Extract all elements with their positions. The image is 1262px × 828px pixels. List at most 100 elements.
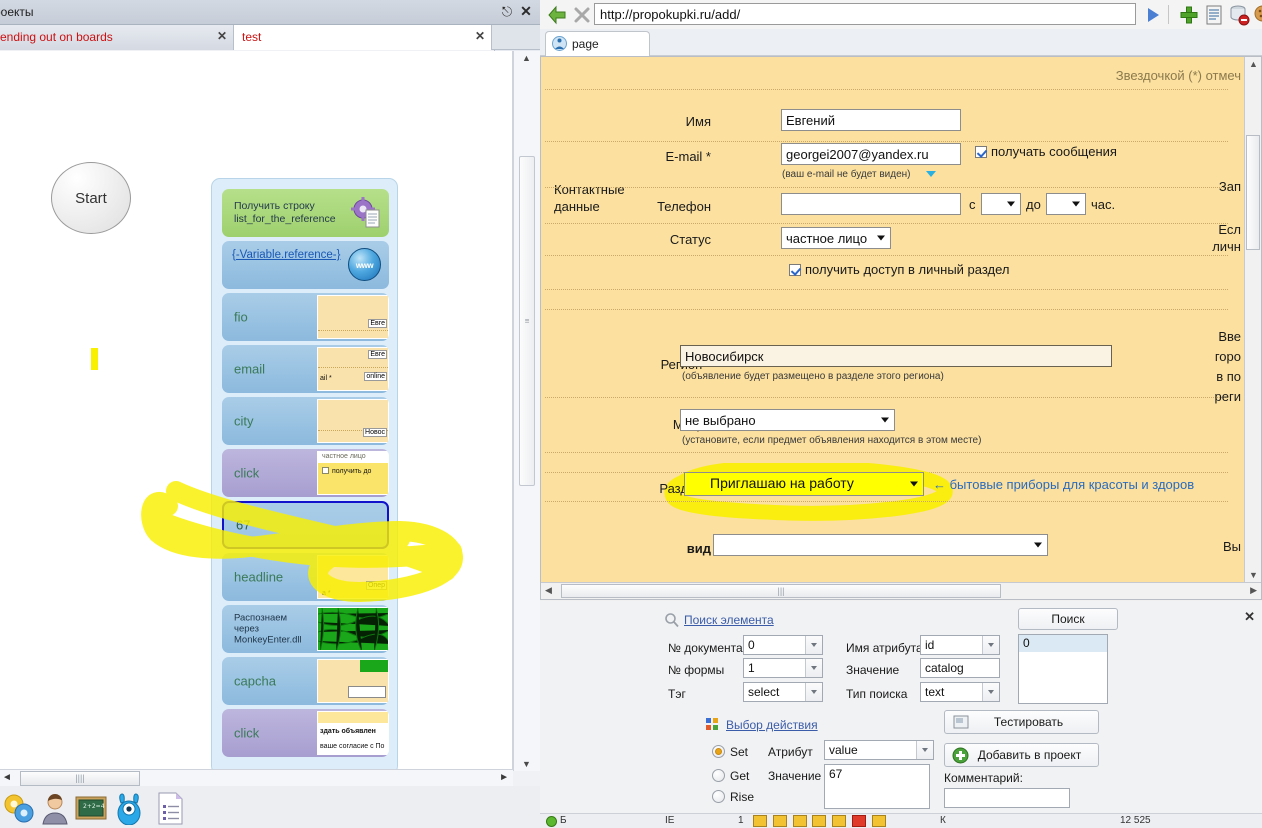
region-input[interactable]: Новосибирск	[680, 345, 1112, 367]
chevron-down-icon[interactable]	[926, 171, 936, 177]
email-hint: (ваш e-mail не будет виден)	[782, 169, 911, 180]
flow-block-city[interactable]: city Новос	[222, 397, 389, 445]
radio-rise[interactable]	[712, 790, 725, 803]
tag-combo[interactable]: select	[743, 682, 823, 702]
list-document-icon[interactable]	[153, 791, 187, 825]
phone-from-select[interactable]	[981, 193, 1021, 215]
canvas-horizontal-scrollbar[interactable]: ◄ |||| ►	[0, 769, 513, 786]
monster-icon[interactable]	[112, 791, 146, 825]
project-tab-sending-out-on-boards[interactable]: sending out on boards ✕	[0, 25, 234, 50]
personal-access-checkbox[interactable]	[789, 264, 801, 276]
flow-block-recognize-monkeyenter[interactable]: Распознаем через MonkeyEnter.dll	[222, 605, 389, 653]
thumb-text: частное лицо	[322, 453, 366, 460]
flow-block-click-status[interactable]: click частное лицо получить до	[222, 449, 389, 497]
phone-input[interactable]	[781, 193, 961, 215]
back-arrow-icon[interactable]	[546, 4, 568, 26]
kind-select[interactable]	[713, 534, 1048, 556]
scrollbar-thumb[interactable]: ≡	[519, 156, 535, 486]
list-item[interactable]: 0	[1019, 635, 1107, 652]
flow-block-get-string[interactable]: Получить строку list_for_the_reference	[222, 189, 389, 237]
scroll-down-icon[interactable]: ▼	[1249, 570, 1258, 580]
side-note: личн	[1212, 239, 1241, 254]
test-button[interactable]: Тестировать	[944, 710, 1099, 734]
chevron-down-icon[interactable]	[805, 683, 822, 701]
chevron-down-icon[interactable]	[916, 741, 933, 759]
page-horizontal-scrollbar[interactable]: ◀ ||| ▶	[541, 582, 1261, 599]
blackboard-icon[interactable]: 2+2=4	[74, 791, 108, 825]
doc-number-combo[interactable]: 0	[743, 635, 823, 655]
user-icon[interactable]	[38, 791, 72, 825]
name-input[interactable]: Евгений	[781, 109, 961, 131]
email-subscribe-checkbox[interactable]	[975, 146, 987, 158]
scrollbar-thumb[interactable]: ||||	[20, 771, 140, 786]
project-tab-test[interactable]: test ✕	[234, 25, 492, 50]
start-node[interactable]: Start	[51, 162, 131, 234]
status-select[interactable]: частное лицо	[781, 227, 891, 249]
scrollbar-thumb[interactable]: |||	[561, 584, 1001, 598]
flowchart-canvas[interactable]: Start Получить строку list_for_the_refer…	[0, 51, 513, 771]
divider	[545, 89, 1228, 90]
action-select-link[interactable]: Выбор действия	[726, 718, 818, 732]
search-type-combo[interactable]: text	[920, 682, 1000, 702]
scrollbar-thumb[interactable]	[1246, 135, 1260, 250]
clear-cache-icon[interactable]	[1228, 4, 1250, 26]
flow-block-label: headline	[234, 569, 284, 585]
section-hint-link[interactable]: ← бытовые приборы для красоты и здоров	[933, 477, 1194, 492]
page-viewport[interactable]: Звездочкой (*) отмеч Контактные данные И…	[540, 56, 1262, 600]
divider	[545, 141, 1228, 142]
scroll-left-icon[interactable]: ◀	[545, 585, 552, 596]
search-results-list[interactable]: 0	[1018, 634, 1108, 704]
flow-block-email[interactable]: email Евге online ail *	[222, 345, 389, 393]
form-number-combo[interactable]: 1	[743, 658, 823, 678]
attr-name-combo[interactable]: id	[920, 635, 1000, 655]
flow-block-67-selected[interactable]: 67	[222, 501, 389, 549]
email-input[interactable]: georgei2007@yandex.ru	[781, 143, 961, 165]
metro-select[interactable]: не выбрано	[680, 409, 895, 431]
scroll-down-icon[interactable]: ▼	[522, 759, 531, 769]
flow-block-label[interactable]: {-Variable.reference-}	[232, 249, 342, 262]
clear-cookies-icon[interactable]	[1253, 4, 1262, 26]
add-to-project-button[interactable]: Добавить в проект	[944, 743, 1099, 767]
flow-block-click-submit[interactable]: click здать объявлен ваше согласие с По	[222, 709, 389, 757]
scroll-up-icon[interactable]: ▲	[1249, 59, 1258, 69]
attr-value-input[interactable]: catalog	[920, 658, 1000, 678]
search-button[interactable]: Поиск	[1018, 608, 1118, 630]
chevron-down-icon[interactable]	[982, 683, 999, 701]
status-bar: Б IE 1 К 12 525	[540, 813, 1262, 828]
scroll-up-icon[interactable]: ▲	[522, 53, 531, 63]
search-element-link[interactable]: Поиск элемента	[684, 613, 774, 627]
flow-block-headline[interactable]: headline Опер а *	[222, 553, 389, 601]
chevron-down-icon[interactable]	[982, 636, 999, 654]
comment-input[interactable]	[944, 788, 1070, 808]
attribute-combo[interactable]: value	[824, 740, 934, 760]
browser-tab-page[interactable]: page	[545, 31, 650, 56]
page-vertical-scrollbar[interactable]: ▲ ▼	[1244, 57, 1261, 582]
status-toolbar-icons[interactable]	[753, 815, 886, 828]
tab-close-icon[interactable]: ✕	[475, 29, 485, 43]
tab-close-icon[interactable]: ✕	[217, 29, 227, 43]
canvas-vertical-scrollbar[interactable]: ▲ ≡ ▼	[513, 51, 540, 771]
page-source-icon[interactable]	[1203, 4, 1225, 26]
chevron-down-icon[interactable]	[805, 636, 822, 654]
scroll-right-icon[interactable]: ▶	[1250, 585, 1257, 596]
flow-block-variable-reference[interactable]: {-Variable.reference-} www	[222, 241, 389, 289]
stop-x-icon[interactable]	[571, 4, 593, 26]
chevron-down-icon	[881, 417, 889, 423]
phone-to-select[interactable]	[1046, 193, 1086, 215]
close-icon[interactable]: ✕	[519, 4, 533, 20]
gears-icon[interactable]	[2, 791, 36, 825]
pin-icon[interactable]: ⎋	[500, 4, 514, 20]
address-input[interactable]: http://propokupki.ru/add/	[594, 3, 1136, 25]
plus-add-icon[interactable]	[1178, 4, 1200, 26]
flow-block-capcha[interactable]: capcha	[222, 657, 389, 705]
flow-block-fio[interactable]: fio Евге	[222, 293, 389, 341]
radio-get[interactable]	[712, 769, 725, 782]
radio-set[interactable]	[712, 745, 725, 758]
scroll-right-icon[interactable]: ►	[499, 772, 509, 783]
section-select[interactable]: Приглашаю на работу	[684, 472, 924, 496]
go-play-icon[interactable]	[1141, 4, 1163, 26]
value-textarea[interactable]: 67	[824, 764, 930, 809]
scroll-left-icon[interactable]: ◄	[2, 772, 12, 783]
chevron-down-icon[interactable]	[805, 659, 822, 677]
close-icon[interactable]: ✕	[1244, 609, 1255, 625]
